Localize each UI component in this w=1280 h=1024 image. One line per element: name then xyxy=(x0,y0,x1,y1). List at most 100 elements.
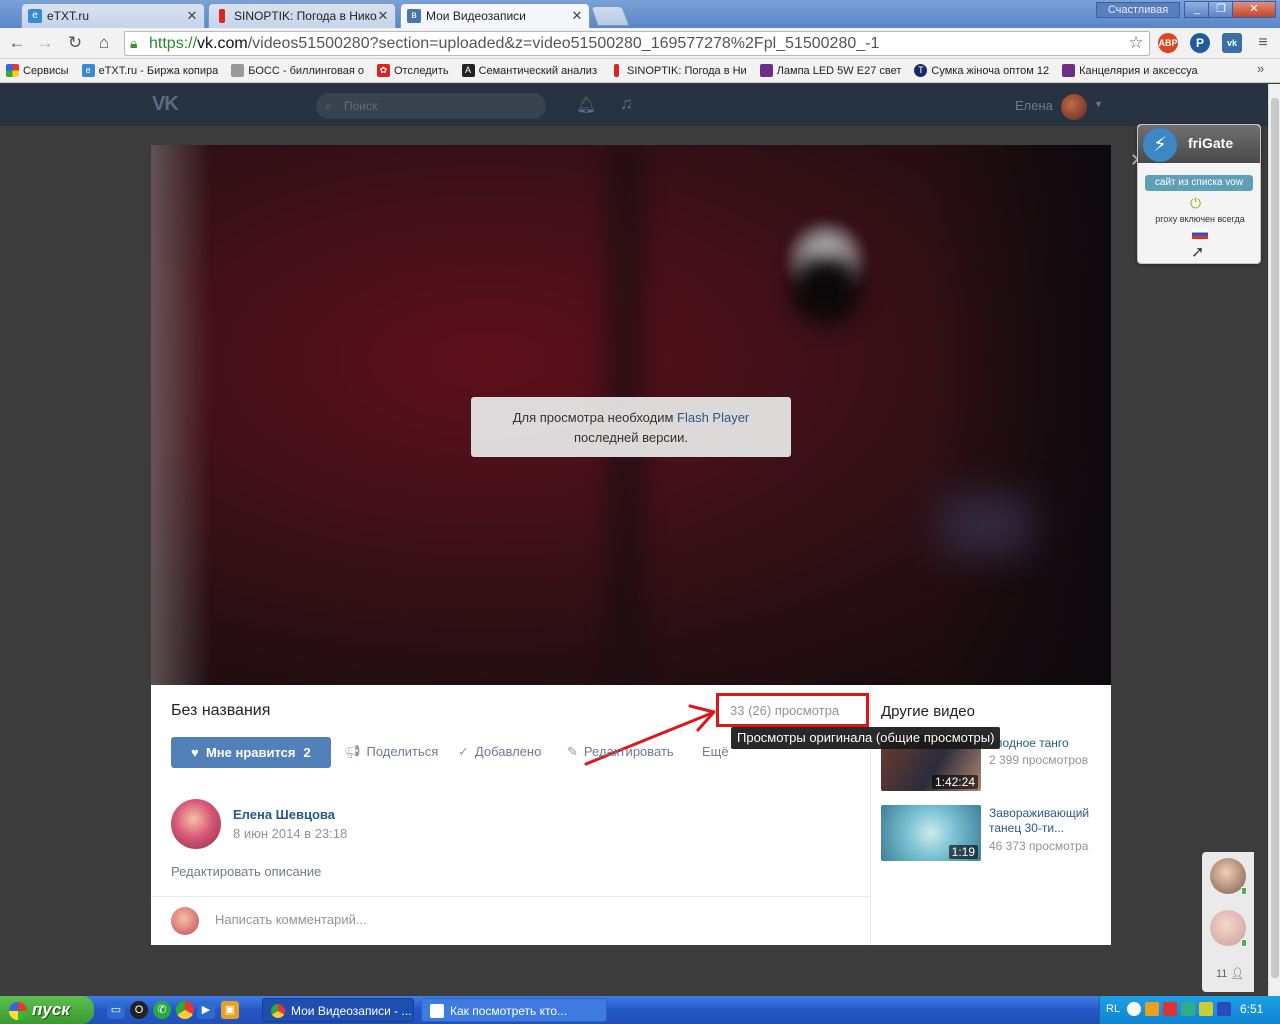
divider xyxy=(151,896,870,897)
menu-icon[interactable]: ≡ xyxy=(1252,32,1274,54)
close-tab-icon[interactable]: ✕ xyxy=(571,8,583,24)
flash-text: Для просмотра необходим xyxy=(512,410,678,425)
task-label: Мои Видеозаписи - ... xyxy=(291,1004,412,1018)
frigate-extension-panel[interactable]: ⚡︎ friGate сайт из списка vow ⏻ proxy вк… xyxy=(1137,124,1261,264)
power-icon[interactable]: ⏻ xyxy=(1190,195,1201,212)
clock[interactable]: 6:51 xyxy=(1240,1002,1263,1016)
close-window-button[interactable]: ✕ xyxy=(1232,1,1276,18)
avatar xyxy=(171,907,199,935)
url-scheme: https:// xyxy=(149,35,198,52)
avatar[interactable] xyxy=(1061,94,1087,120)
desktop-icon[interactable]: ▭ xyxy=(107,1001,125,1019)
bookmark-track[interactable]: ✿ Отследить xyxy=(376,64,449,77)
tab-etxt[interactable]: e eTXT.ru ✕ xyxy=(21,3,205,28)
search-input[interactable]: ⌕ Поиск xyxy=(316,93,546,119)
maximize-button[interactable]: ❐ xyxy=(1208,1,1234,18)
vk-favicon: в xyxy=(407,9,421,23)
tab-sinoptik[interactable]: SINOPTIK: Погода в Никола ✕ xyxy=(208,3,396,28)
other-videos-title: Другие видео xyxy=(881,703,975,720)
back-arrow-icon[interactable] xyxy=(1127,1002,1141,1016)
music-icon[interactable]: ♫ xyxy=(620,94,633,114)
arrow-icon[interactable]: ➚ xyxy=(1191,242,1204,262)
volume-icon[interactable] xyxy=(1217,1002,1231,1016)
tray-app-icon[interactable] xyxy=(1145,1002,1159,1016)
bookmark-services[interactable]: Сервисы xyxy=(6,64,69,77)
network-icon[interactable] xyxy=(1181,1002,1195,1016)
tray-app-icon[interactable] xyxy=(1199,1002,1213,1016)
forward-icon[interactable]: → xyxy=(34,32,56,54)
comment-input[interactable]: Написать комментарий... xyxy=(215,912,367,927)
url-path: /videos51500280?section=uploaded&z=video… xyxy=(247,35,880,52)
video-frame-detail xyxy=(791,255,861,325)
author-name[interactable]: Елена Шевцова xyxy=(233,807,335,822)
whatsapp-icon[interactable]: ✆ xyxy=(153,1001,171,1019)
other-video-views: 2 399 просмотров xyxy=(989,753,1089,767)
media-player-icon[interactable]: ▶ xyxy=(197,1001,215,1019)
bookmark-boss[interactable]: БОСС - биллинговая о xyxy=(231,64,364,77)
like-label: Мне нравится xyxy=(205,745,296,760)
notifications-bell-icon[interactable]: 🔔︎ xyxy=(576,95,596,115)
bookmark-etxt[interactable]: e eTXT.ru - Биржа копира xyxy=(81,64,218,77)
close-tab-icon[interactable]: ✕ xyxy=(377,8,389,24)
address-bar[interactable]: 🔒︎ https://vk.com/videos51500280?section… xyxy=(124,31,1150,56)
author-avatar[interactable] xyxy=(171,799,221,849)
edit-label: Редактировать xyxy=(583,744,674,759)
bookmarks-more-icon[interactable]: » xyxy=(1257,61,1264,76)
other-video-title[interactable]: олодное танго xyxy=(989,736,1101,751)
flash-text: последней версии. xyxy=(573,430,689,445)
video-thumbnail[interactable]: 1:19 xyxy=(881,805,981,861)
friends-count[interactable]: 11 👤︎ xyxy=(1216,967,1244,980)
divider xyxy=(870,685,871,945)
bookmark-sinoptik[interactable]: SINOPTIK: Погода в Ни xyxy=(610,64,747,77)
etxt-icon: e xyxy=(81,64,95,77)
edit-button[interactable]: ✎ Редактировать xyxy=(567,744,674,760)
minimize-button[interactable]: _ xyxy=(1184,1,1210,18)
language-indicator[interactable]: RL xyxy=(1106,1003,1120,1015)
bookmark-semantic[interactable]: A Семантический анализ xyxy=(461,64,597,77)
chevron-down-icon[interactable]: ▼ xyxy=(1094,99,1103,109)
russia-flag-icon xyxy=(1192,229,1208,239)
bookmark-star-icon[interactable]: ☆ xyxy=(1126,31,1146,55)
other-video-title[interactable]: Завораживающий танец 30-ти... xyxy=(989,806,1101,836)
flash-player-link[interactable]: Flash Player xyxy=(677,410,749,425)
heart-icon: ♥ xyxy=(191,745,199,760)
lightning-icon: ⚡︎ xyxy=(1143,128,1177,162)
start-button[interactable]: пуск xyxy=(0,996,94,1024)
more-button[interactable]: Ещё xyxy=(702,744,729,759)
lock-icon: 🔒︎ xyxy=(130,35,138,51)
bookmark-stationery[interactable]: Канцелярия и аксессуа xyxy=(1062,64,1198,77)
media-icon[interactable]: ▣ xyxy=(221,1001,239,1019)
bookmarks-bar: Сервисы e eTXT.ru - Биржа копира БОСС - б… xyxy=(0,59,1280,83)
vk-extension-icon[interactable]: vk xyxy=(1222,33,1242,53)
profile-name[interactable]: Счастливая xyxy=(1096,2,1180,18)
close-tab-icon[interactable]: ✕ xyxy=(186,8,198,24)
bookmark-bag[interactable]: T Сумка жіноча оптом 12 xyxy=(914,64,1049,77)
p-extension-icon[interactable]: P xyxy=(1190,33,1210,53)
added-button[interactable]: ✓ Добавлено xyxy=(458,744,541,760)
a-icon: A xyxy=(461,64,475,77)
user-name[interactable]: Елена xyxy=(1015,98,1053,113)
edit-description-link[interactable]: Редактировать описание xyxy=(171,864,321,879)
upload-date: 8 июн 2014 в 23:18 xyxy=(233,826,348,841)
share-button[interactable]: 📢︎ Поделиться xyxy=(344,744,438,760)
video-duration: 1:19 xyxy=(948,845,978,859)
vk-logo[interactable]: VK xyxy=(152,93,179,116)
bookmark-lamp[interactable]: Лампа LED 5W E27 свет xyxy=(759,64,901,77)
tray-app-icon[interactable] xyxy=(1163,1002,1177,1016)
more-label: Ещё xyxy=(702,744,729,759)
taskbar-item-word[interactable]: Как посмотреть кто... xyxy=(421,998,607,1022)
adblock-icon[interactable]: ABP xyxy=(1158,33,1178,53)
back-icon[interactable]: ← xyxy=(6,32,28,54)
bookmark-label: Канцелярия и аксессуа xyxy=(1079,64,1198,77)
page-scrollbar[interactable] xyxy=(1268,84,1280,996)
chrome-icon[interactable] xyxy=(176,1001,194,1019)
like-button[interactable]: ♥ Мне нравится 2 xyxy=(171,737,331,768)
tab-vk-videos[interactable]: в Мои Видеозаписи ✕ xyxy=(400,3,590,28)
new-tab-button[interactable] xyxy=(590,6,630,26)
scrollbar-thumb[interactable] xyxy=(1271,98,1279,978)
share-label: Поделиться xyxy=(366,744,439,759)
home-icon[interactable]: ⌂ xyxy=(93,32,115,54)
opera-icon[interactable]: O xyxy=(130,1001,148,1019)
taskbar-item-chrome[interactable]: Мои Видеозаписи - ... xyxy=(262,998,414,1022)
reload-icon[interactable]: ↻ xyxy=(64,32,86,54)
